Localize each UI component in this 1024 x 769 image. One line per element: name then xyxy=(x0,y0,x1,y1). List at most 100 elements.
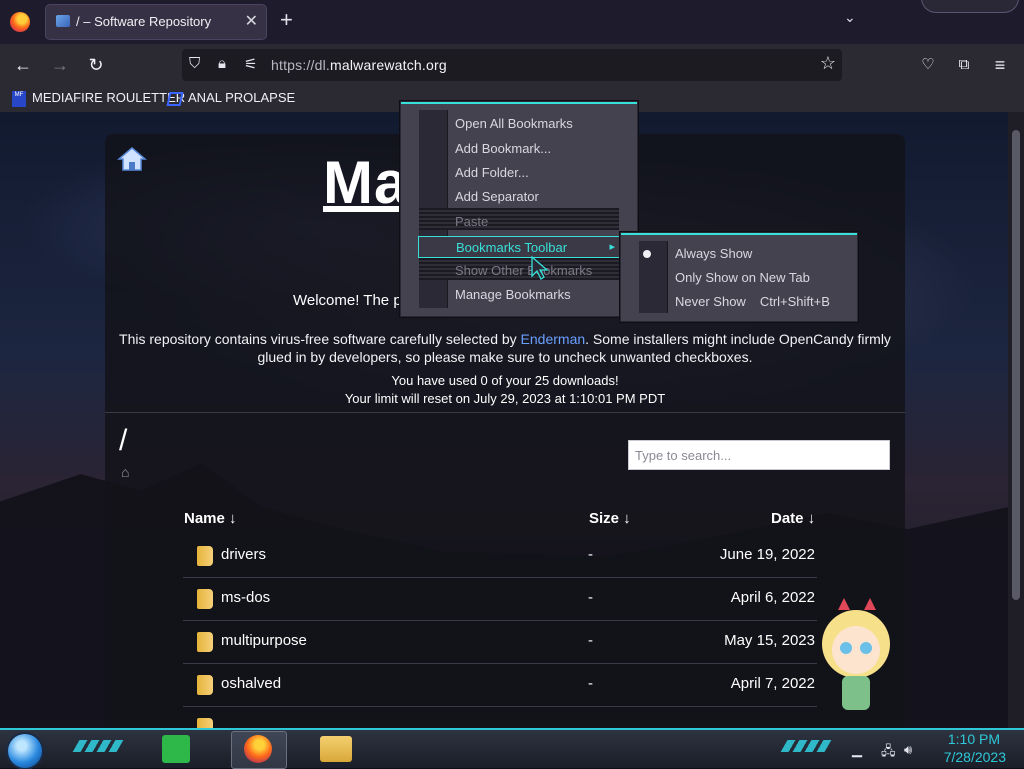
menu-item-bookmarks-toolbar[interactable]: Bookmarks Toolbar ▸ xyxy=(418,236,620,258)
folder-icon xyxy=(197,589,213,609)
column-header-name[interactable]: Name ↓ xyxy=(184,510,237,527)
table-row[interactable] xyxy=(183,706,817,728)
firefox-taskbar-icon[interactable] xyxy=(244,735,272,763)
current-path: / xyxy=(119,424,128,457)
row-name[interactable]: drivers xyxy=(221,546,266,563)
search-input[interactable] xyxy=(628,440,890,470)
table-row[interactable]: ms-dos - April 6, 2022 xyxy=(183,577,817,621)
submenu-arrow-icon: ▸ xyxy=(609,241,615,253)
vertical-scrollbar[interactable] xyxy=(1008,112,1024,728)
usage-reset-text: Your limit will reset on July 29, 2023 a… xyxy=(344,391,666,406)
row-name[interactable]: ms-dos xyxy=(221,589,270,606)
row-size: - xyxy=(588,675,593,692)
menu-item-label: Bookmarks Toolbar xyxy=(456,240,568,255)
clock-time[interactable]: 1:10 PM xyxy=(948,731,1000,747)
start-button[interactable] xyxy=(8,734,42,768)
row-date: June 19, 2022 xyxy=(719,546,815,563)
file-explorer-icon[interactable] xyxy=(320,736,352,762)
welcome-text: Welcome! The p xyxy=(293,292,402,309)
hamburger-menu-icon[interactable]: ≡ xyxy=(987,52,1013,78)
column-header-date[interactable]: Date ↓ xyxy=(771,510,815,527)
row-size: - xyxy=(588,546,593,563)
folder-icon xyxy=(197,546,213,566)
menu-item-paste[interactable]: Paste xyxy=(455,214,488,229)
new-tab-button[interactable]: + xyxy=(280,9,293,31)
row-name[interactable]: oshalved xyxy=(221,675,281,692)
bookmark-label: MEDIAFIRE ROULETTER xyxy=(32,90,186,105)
row-size: - xyxy=(588,589,593,606)
close-tab-icon[interactable]: ✕ xyxy=(245,11,258,31)
table-row[interactable]: oshalved - April 7, 2022 xyxy=(183,663,817,707)
firefox-menu-icon[interactable] xyxy=(10,12,30,32)
permissions-icon[interactable]: ⚟ xyxy=(244,55,257,73)
back-arrow-icon[interactable]: ← xyxy=(10,52,36,78)
tab-strip: / – Software Repository ✕ + ⌄ xyxy=(0,0,1024,44)
browser-tab[interactable]: / – Software Repository ✕ xyxy=(46,5,266,39)
volume-icon[interactable]: 🔊︎ xyxy=(904,742,912,758)
column-header-size[interactable]: Size ↓ xyxy=(589,510,631,527)
tab-title: / – Software Repository xyxy=(76,14,212,29)
bookmark-mediafire-rouletter[interactable]: MF MEDIAFIRE ROULETTER xyxy=(12,90,185,107)
enderman-link[interactable]: Enderman xyxy=(521,331,586,347)
bookmarks-context-menu: Open All Bookmarks Add Bookmark... Add F… xyxy=(400,101,638,317)
menu-item-open-all-bookmarks[interactable]: Open All Bookmarks xyxy=(455,116,573,131)
url-prefix: https://dl. xyxy=(271,57,331,73)
window-frame-decoration xyxy=(922,0,1018,12)
submenu-item-always-show[interactable]: Always Show xyxy=(675,246,752,261)
menu-item-show-other-bookmarks[interactable]: Show Other Bookmarks xyxy=(455,263,592,278)
taskbar-decoration xyxy=(72,740,124,752)
description-prefix: This repository contains virus-free soft… xyxy=(119,331,521,347)
section-divider xyxy=(105,412,905,413)
row-date: April 6, 2022 xyxy=(730,589,815,606)
site-favicon-icon xyxy=(56,15,70,27)
forward-arrow-icon[interactable]: → xyxy=(47,52,73,78)
submenu-item-only-show-on-new-tab[interactable]: Only Show on New Tab xyxy=(675,270,810,285)
address-bar[interactable]: ⛉ 🔒︎ ⚟ https://dl.malwarewatch.org ☆ xyxy=(182,49,842,81)
folder-icon xyxy=(197,632,213,652)
reload-icon[interactable]: ↻ xyxy=(83,52,109,78)
row-name[interactable]: multipurpose xyxy=(221,632,307,649)
scrollbar-thumb[interactable] xyxy=(1012,130,1020,600)
menu-item-add-folder[interactable]: Add Folder... xyxy=(455,165,529,180)
pocket-icon[interactable]: ♡ xyxy=(915,52,941,78)
bookmark-star-icon[interactable]: ☆ xyxy=(820,53,836,74)
taskbar: ▁ 🖧︎ 🔊︎ 1:10 PM 7/28/2023 xyxy=(0,728,1024,769)
url-text[interactable]: https://dl.malwarewatch.org xyxy=(271,57,447,73)
submenu-item-never-show[interactable]: Never Show Ctrl+Shift+B xyxy=(675,294,830,309)
menu-band xyxy=(419,208,619,230)
menu-shortcut-text: Ctrl+Shift+B xyxy=(759,294,830,309)
url-domain: malwarewatch.org xyxy=(330,57,447,73)
menu-item-add-bookmark[interactable]: Add Bookmark... xyxy=(455,141,551,156)
shield-icon[interactable]: ⛉ xyxy=(189,55,200,72)
table-row[interactable]: drivers - June 19, 2022 xyxy=(183,534,817,578)
bookmark-favicon-icon xyxy=(166,91,184,106)
list-all-tabs-chevron-icon[interactable]: ⌄ xyxy=(844,9,856,26)
menu-item-label: Never Show xyxy=(675,294,746,309)
taskbar-decoration xyxy=(780,740,832,752)
row-date: May 15, 2023 xyxy=(724,632,815,649)
extensions-icon[interactable]: ⧉ xyxy=(951,52,977,78)
network-icon[interactable]: 🖧︎ xyxy=(881,742,896,764)
menu-item-manage-bookmarks[interactable]: Manage Bookmarks xyxy=(455,287,571,302)
menu-item-add-separator[interactable]: Add Separator xyxy=(455,189,539,204)
bookmark-label: ANAL PROLAPSE xyxy=(188,90,296,105)
bookmark-anal-prolapse[interactable]: ANAL PROLAPSE xyxy=(166,90,296,106)
folder-icon xyxy=(197,718,213,728)
root-home-icon[interactable]: ⌂ xyxy=(121,464,129,480)
download-usage: You have used 0 of your 25 downloads! Yo… xyxy=(105,372,905,408)
mediafire-favicon-icon: MF xyxy=(12,90,26,107)
lock-icon[interactable]: 🔒︎ xyxy=(218,55,226,72)
radio-selected-icon xyxy=(643,250,651,258)
repository-description: This repository contains virus-free soft… xyxy=(117,330,893,366)
tray-overflow-icon[interactable]: ▁ xyxy=(852,742,862,758)
mouse-cursor-icon xyxy=(531,256,549,280)
row-date: April 7, 2022 xyxy=(730,675,815,692)
row-size: - xyxy=(588,632,593,649)
mascot-sticker-image xyxy=(822,598,890,710)
bookmarks-toolbar-submenu: Always Show Only Show on New Tab Never S… xyxy=(620,232,858,322)
table-row[interactable]: multipurpose - May 15, 2023 xyxy=(183,620,817,664)
site-logo-text: Ma xyxy=(323,149,409,216)
notes-app-icon[interactable] xyxy=(162,735,190,763)
clock-date[interactable]: 7/28/2023 xyxy=(944,749,1006,765)
home-icon[interactable] xyxy=(117,146,147,172)
